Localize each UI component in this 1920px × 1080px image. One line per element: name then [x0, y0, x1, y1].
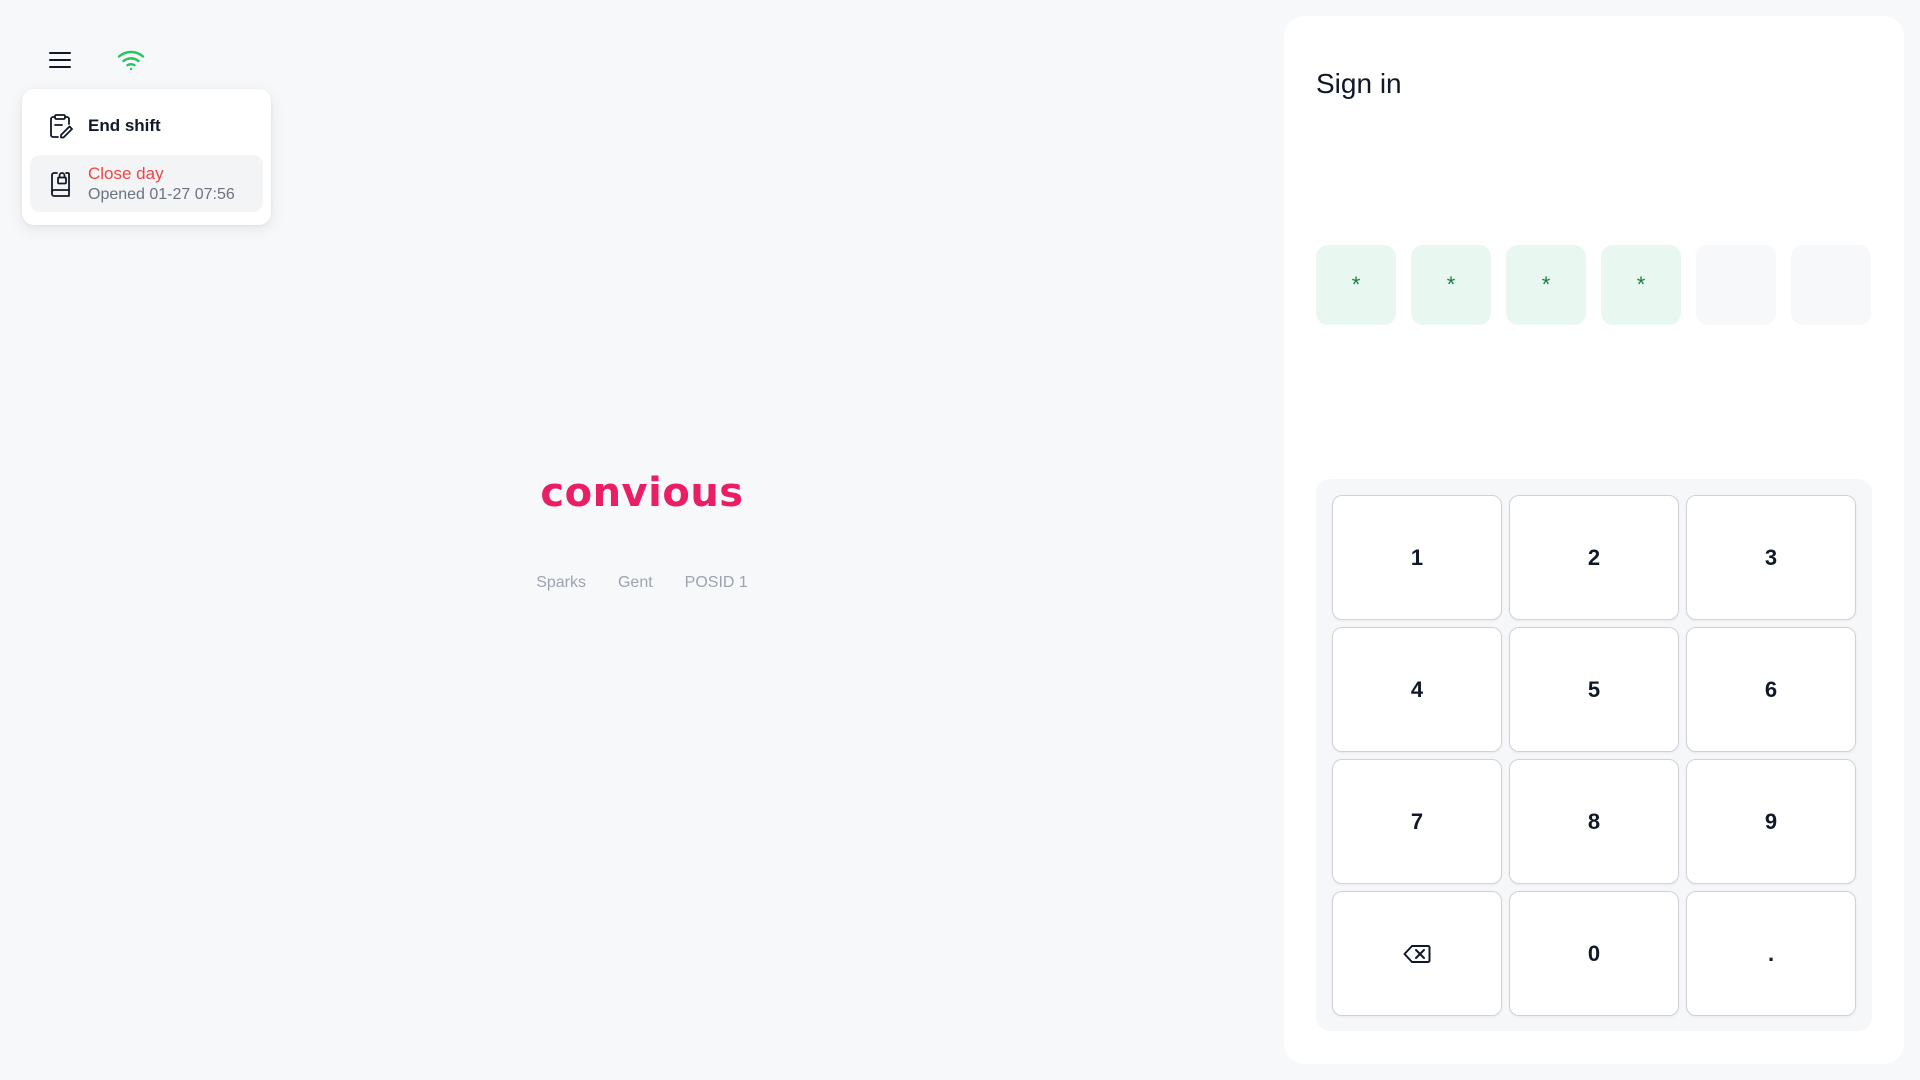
pin-digit-3: *	[1506, 245, 1586, 325]
device-info-posid: POSID 1	[684, 574, 748, 591]
end-shift-menu-item[interactable]: End shift	[30, 97, 263, 155]
device-info-location: Gent	[617, 574, 653, 591]
lock-book-icon	[46, 170, 74, 198]
end-shift-label: End shift	[88, 116, 161, 135]
key-backspace[interactable]	[1332, 891, 1502, 1016]
screen: End shift Close day Opened 01-27 07:56 c…	[0, 0, 1920, 1080]
key-decimal[interactable]: .	[1686, 891, 1856, 1016]
key-0[interactable]: 0	[1509, 891, 1679, 1016]
wifi-status	[116, 46, 146, 74]
key-4[interactable]: 4	[1332, 627, 1502, 752]
close-day-subtitle: Opened 01-27 07:56	[88, 185, 235, 203]
device-info: Sparks Gent POSID 1	[0, 574, 1284, 592]
hamburger-icon	[49, 52, 71, 68]
hamburger-menu-button[interactable]	[44, 44, 76, 76]
shift-menu-dropdown: End shift Close day Opened 01-27 07:56	[22, 89, 271, 225]
device-info-company: Sparks	[536, 574, 586, 591]
close-day-menu-item[interactable]: Close day Opened 01-27 07:56	[30, 155, 263, 212]
pin-digit-1: *	[1316, 245, 1396, 325]
pin-digit-5	[1696, 245, 1776, 325]
clipboard-edit-icon	[46, 112, 74, 140]
backspace-icon	[1403, 944, 1431, 963]
key-2[interactable]: 2	[1509, 495, 1679, 620]
key-8[interactable]: 8	[1509, 759, 1679, 884]
pin-digit-2: *	[1411, 245, 1491, 325]
close-day-text: Close day Opened 01-27 07:56	[88, 164, 235, 204]
close-day-label: Close day	[88, 163, 164, 183]
key-5[interactable]: 5	[1509, 627, 1679, 752]
brand-logo: convious	[540, 470, 744, 516]
signin-title: Sign in	[1316, 68, 1402, 99]
key-3[interactable]: 3	[1686, 495, 1856, 620]
key-6[interactable]: 6	[1686, 627, 1856, 752]
numeric-keypad: 1 2 3 4 5 6 7 8 9 0 .	[1316, 479, 1872, 1031]
pin-digit-4: *	[1601, 245, 1681, 325]
key-7[interactable]: 7	[1332, 759, 1502, 884]
signin-panel: Sign in * * * * 1 2 3 4 5 6 7 8 9 0 .	[1284, 16, 1904, 1064]
key-9[interactable]: 9	[1686, 759, 1856, 884]
wifi-icon	[117, 50, 145, 71]
key-1[interactable]: 1	[1332, 495, 1502, 620]
pin-display: * * * *	[1316, 245, 1871, 325]
pin-digit-6	[1791, 245, 1871, 325]
